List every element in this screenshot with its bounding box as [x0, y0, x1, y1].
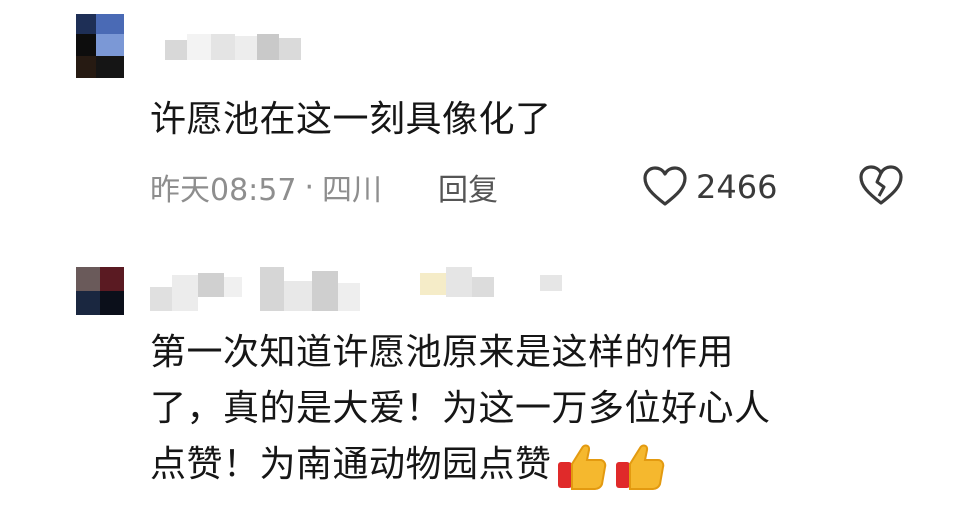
- broken-heart-icon: [859, 165, 903, 205]
- like-count: 2466: [696, 168, 778, 206]
- comment-text: 第一次知道许愿池原来是这样的作用 了，真的是大爱！为这一万多位好心人 点赞！为南…: [150, 325, 930, 493]
- thumbs-up-emoji-icon: [615, 444, 664, 490]
- username-blurred[interactable]: [150, 267, 570, 311]
- comment-text-segment: 点赞！为南通动物园点赞: [150, 444, 552, 485]
- thumbs-up-emoji-icon: [557, 444, 606, 490]
- heart-outline-icon: [643, 166, 687, 206]
- reply-button[interactable]: 回复: [438, 165, 498, 209]
- avatar[interactable]: [76, 267, 124, 315]
- comment-text-line: 第一次知道许愿池原来是这样的作用: [150, 332, 735, 373]
- meta-separator: ·: [304, 169, 315, 205]
- dislike-button[interactable]: [858, 165, 904, 211]
- comment-location: 四川: [322, 173, 383, 208]
- comment-text-line: 了，真的是大爱！为这一万多位好心人: [150, 388, 771, 429]
- comment-item: 第一次知道许愿池原来是这样的作用 了，真的是大爱！为这一万多位好心人 点赞！为南…: [0, 255, 960, 524]
- thumbs-up-emojis: [556, 440, 666, 492]
- comment-text: 许愿池在这一刻具像化了: [150, 99, 552, 140]
- comment-text-line: 点赞！为南通动物园点赞: [150, 437, 930, 493]
- avatar[interactable]: [76, 14, 124, 78]
- like-button[interactable]: 2466: [642, 162, 777, 212]
- comment-meta: 昨天08:57 · 四川 回复: [150, 162, 498, 212]
- comment-item: 许愿池在这一刻具像化了 昨天08:57 · 四川 回复 2466: [0, 0, 960, 250]
- comment-time: 昨天08:57: [150, 173, 297, 208]
- username-blurred[interactable]: [165, 34, 305, 60]
